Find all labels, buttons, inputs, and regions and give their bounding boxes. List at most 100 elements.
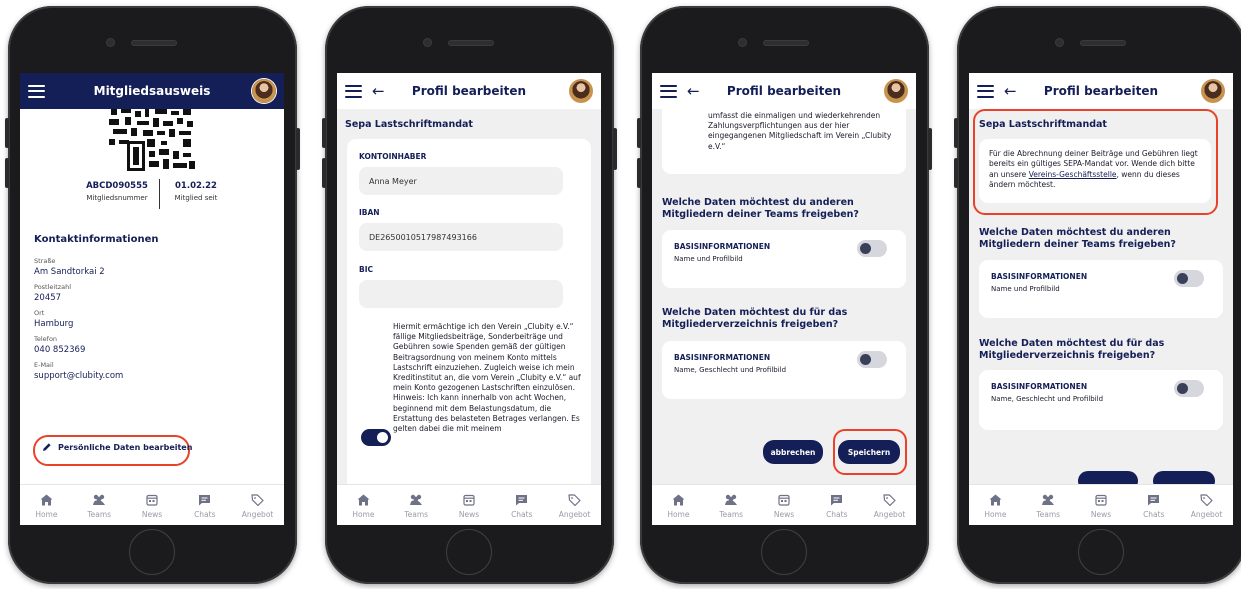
tab-label: News [458,510,480,519]
member-number: ABCD090555 [86,181,148,191]
tab-teams[interactable]: Teams [390,485,443,525]
menu-icon[interactable] [977,84,994,98]
tab-news[interactable]: News [443,485,496,525]
home-button[interactable] [446,529,492,575]
sepa-card: KONTOINHABER Anna Meyer IBAN DE265001051… [347,139,591,484]
iban-label: IBAN [359,208,380,217]
home-button[interactable] [1078,529,1124,575]
iban-input[interactable]: DE2650010517987493166 [359,223,563,251]
teams-icon [1041,493,1055,506]
news-icon [462,493,476,506]
card-title: BASISINFORMATIONEN [991,272,1088,281]
page-title: Mitgliedsausweis [93,84,211,98]
top-bar: ← Profil bearbeiten [337,73,601,109]
mandate-toggle[interactable] [361,429,391,446]
tab-teams[interactable]: Teams [705,485,758,525]
screen-member-card: Mitgliedsausweis ABCD090555 Mitgliedsnum… [20,73,284,525]
tab-home[interactable]: Home [652,485,705,525]
teams-visibility-card: BASISINFORMATIONEN Name und Profilbild [979,260,1223,318]
teams-question: Welche Daten möchtest du anderen Mitglie… [979,227,1176,250]
tab-news[interactable]: News [126,485,179,525]
back-arrow-icon[interactable]: ← [372,83,385,99]
top-bar: ← Profil bearbeiten [969,73,1233,109]
tab-label: Teams [1036,510,1061,519]
cancel-button[interactable]: abbrechen [763,440,823,464]
tab-label: Angebot [558,510,591,519]
office-link[interactable]: Vereins-Geschäftsstelle [1029,170,1117,179]
avatar[interactable] [1201,79,1225,103]
back-arrow-icon[interactable]: ← [687,83,700,99]
directory-visibility-card: BASISINFORMATIONEN Name, Geschlecht und … [979,370,1223,430]
save-button[interactable]: Speichern [838,440,900,464]
cancel-button[interactable] [1078,471,1138,484]
tab-label: News [773,510,795,519]
contact-field-value: Hamburg [34,319,74,329]
account-holder-label: KONTOINHABER [359,152,427,161]
save-button[interactable] [1153,471,1215,484]
tab-label: Angebot [1190,510,1223,519]
tab-label: News [1090,510,1112,519]
tab-angebot[interactable]: Angebot [863,485,916,525]
tab-label: Home [984,510,1007,519]
tab-home[interactable]: Home [20,485,73,525]
offer-icon [1200,493,1214,506]
tab-teams[interactable]: Teams [73,485,126,525]
screen-edit-profile-save: ← Profil bearbeiten umfasst die einmalig… [652,73,916,525]
tab-chats[interactable]: Chats [810,485,863,525]
sepa-notice-card: Für die Abrechnung deiner Beiträge und G… [979,139,1211,203]
back-arrow-icon[interactable]: ← [1004,83,1017,99]
directory-visibility-toggle[interactable] [1174,380,1204,397]
edit-profile-button[interactable]: Persönliche Daten bearbeiten [42,442,192,452]
offer-icon [883,493,897,506]
contact-field-label: Postleitzahl [34,283,72,291]
avatar[interactable] [884,79,908,103]
teams-visibility-toggle[interactable] [1174,270,1204,287]
menu-icon[interactable] [345,84,362,98]
tab-angebot[interactable]: Angebot [548,485,601,525]
speaker [132,41,176,45]
chats-icon [1147,493,1161,506]
news-icon [145,493,159,506]
avatar[interactable] [252,79,276,103]
chats-icon [198,493,212,506]
tab-label: Home [667,510,690,519]
contact-field-label: Telefon [34,335,58,343]
tab-bar: Home Teams News Chats Angebot [652,484,916,525]
card-title: BASISINFORMATIONEN [674,242,771,251]
tab-news[interactable]: News [1075,485,1128,525]
mandate-text: Hiermit ermächtige ich den Verein „Clubi… [393,322,581,434]
menu-icon[interactable] [28,84,45,98]
tab-chats[interactable]: Chats [1127,485,1180,525]
mandate-text-tail: umfasst die einmaligen und wiederkehrend… [708,111,892,151]
account-holder-input[interactable]: Anna Meyer [359,167,563,195]
tab-label: Home [352,510,375,519]
offer-icon [568,493,582,506]
home-button[interactable] [129,529,175,575]
avatar[interactable] [569,79,593,103]
tab-home[interactable]: Home [337,485,390,525]
tab-chats[interactable]: Chats [495,485,548,525]
phone-1: Mitgliedsausweis ABCD090555 Mitgliedsnum… [5,6,300,584]
home-icon [988,493,1002,506]
menu-icon[interactable] [660,84,677,98]
teams-icon [92,493,106,506]
tab-angebot[interactable]: Angebot [231,485,284,525]
screen-edit-profile-notice: ← Profil bearbeiten Sepa Lastschriftmand… [969,73,1233,525]
bic-input[interactable] [359,280,563,308]
card-title: BASISINFORMATIONEN [991,382,1088,391]
directory-visibility-toggle[interactable] [857,351,887,368]
tab-angebot[interactable]: Angebot [1180,485,1233,525]
tab-label: Teams [404,510,429,519]
tab-news[interactable]: News [758,485,811,525]
chats-icon [515,493,529,506]
contact-heading: Kontaktinformationen [34,234,159,245]
teams-visibility-toggle[interactable] [857,240,887,257]
tab-teams[interactable]: Teams [1022,485,1075,525]
tab-home[interactable]: Home [969,485,1022,525]
card-subtitle: Name, Geschlecht und Profilbild [674,366,787,374]
news-icon [777,493,791,506]
member-number-label: Mitgliedsnummer [86,194,148,202]
tab-chats[interactable]: Chats [178,485,231,525]
home-button[interactable] [761,529,807,575]
contact-field-value: support@clubity.com [34,371,124,381]
